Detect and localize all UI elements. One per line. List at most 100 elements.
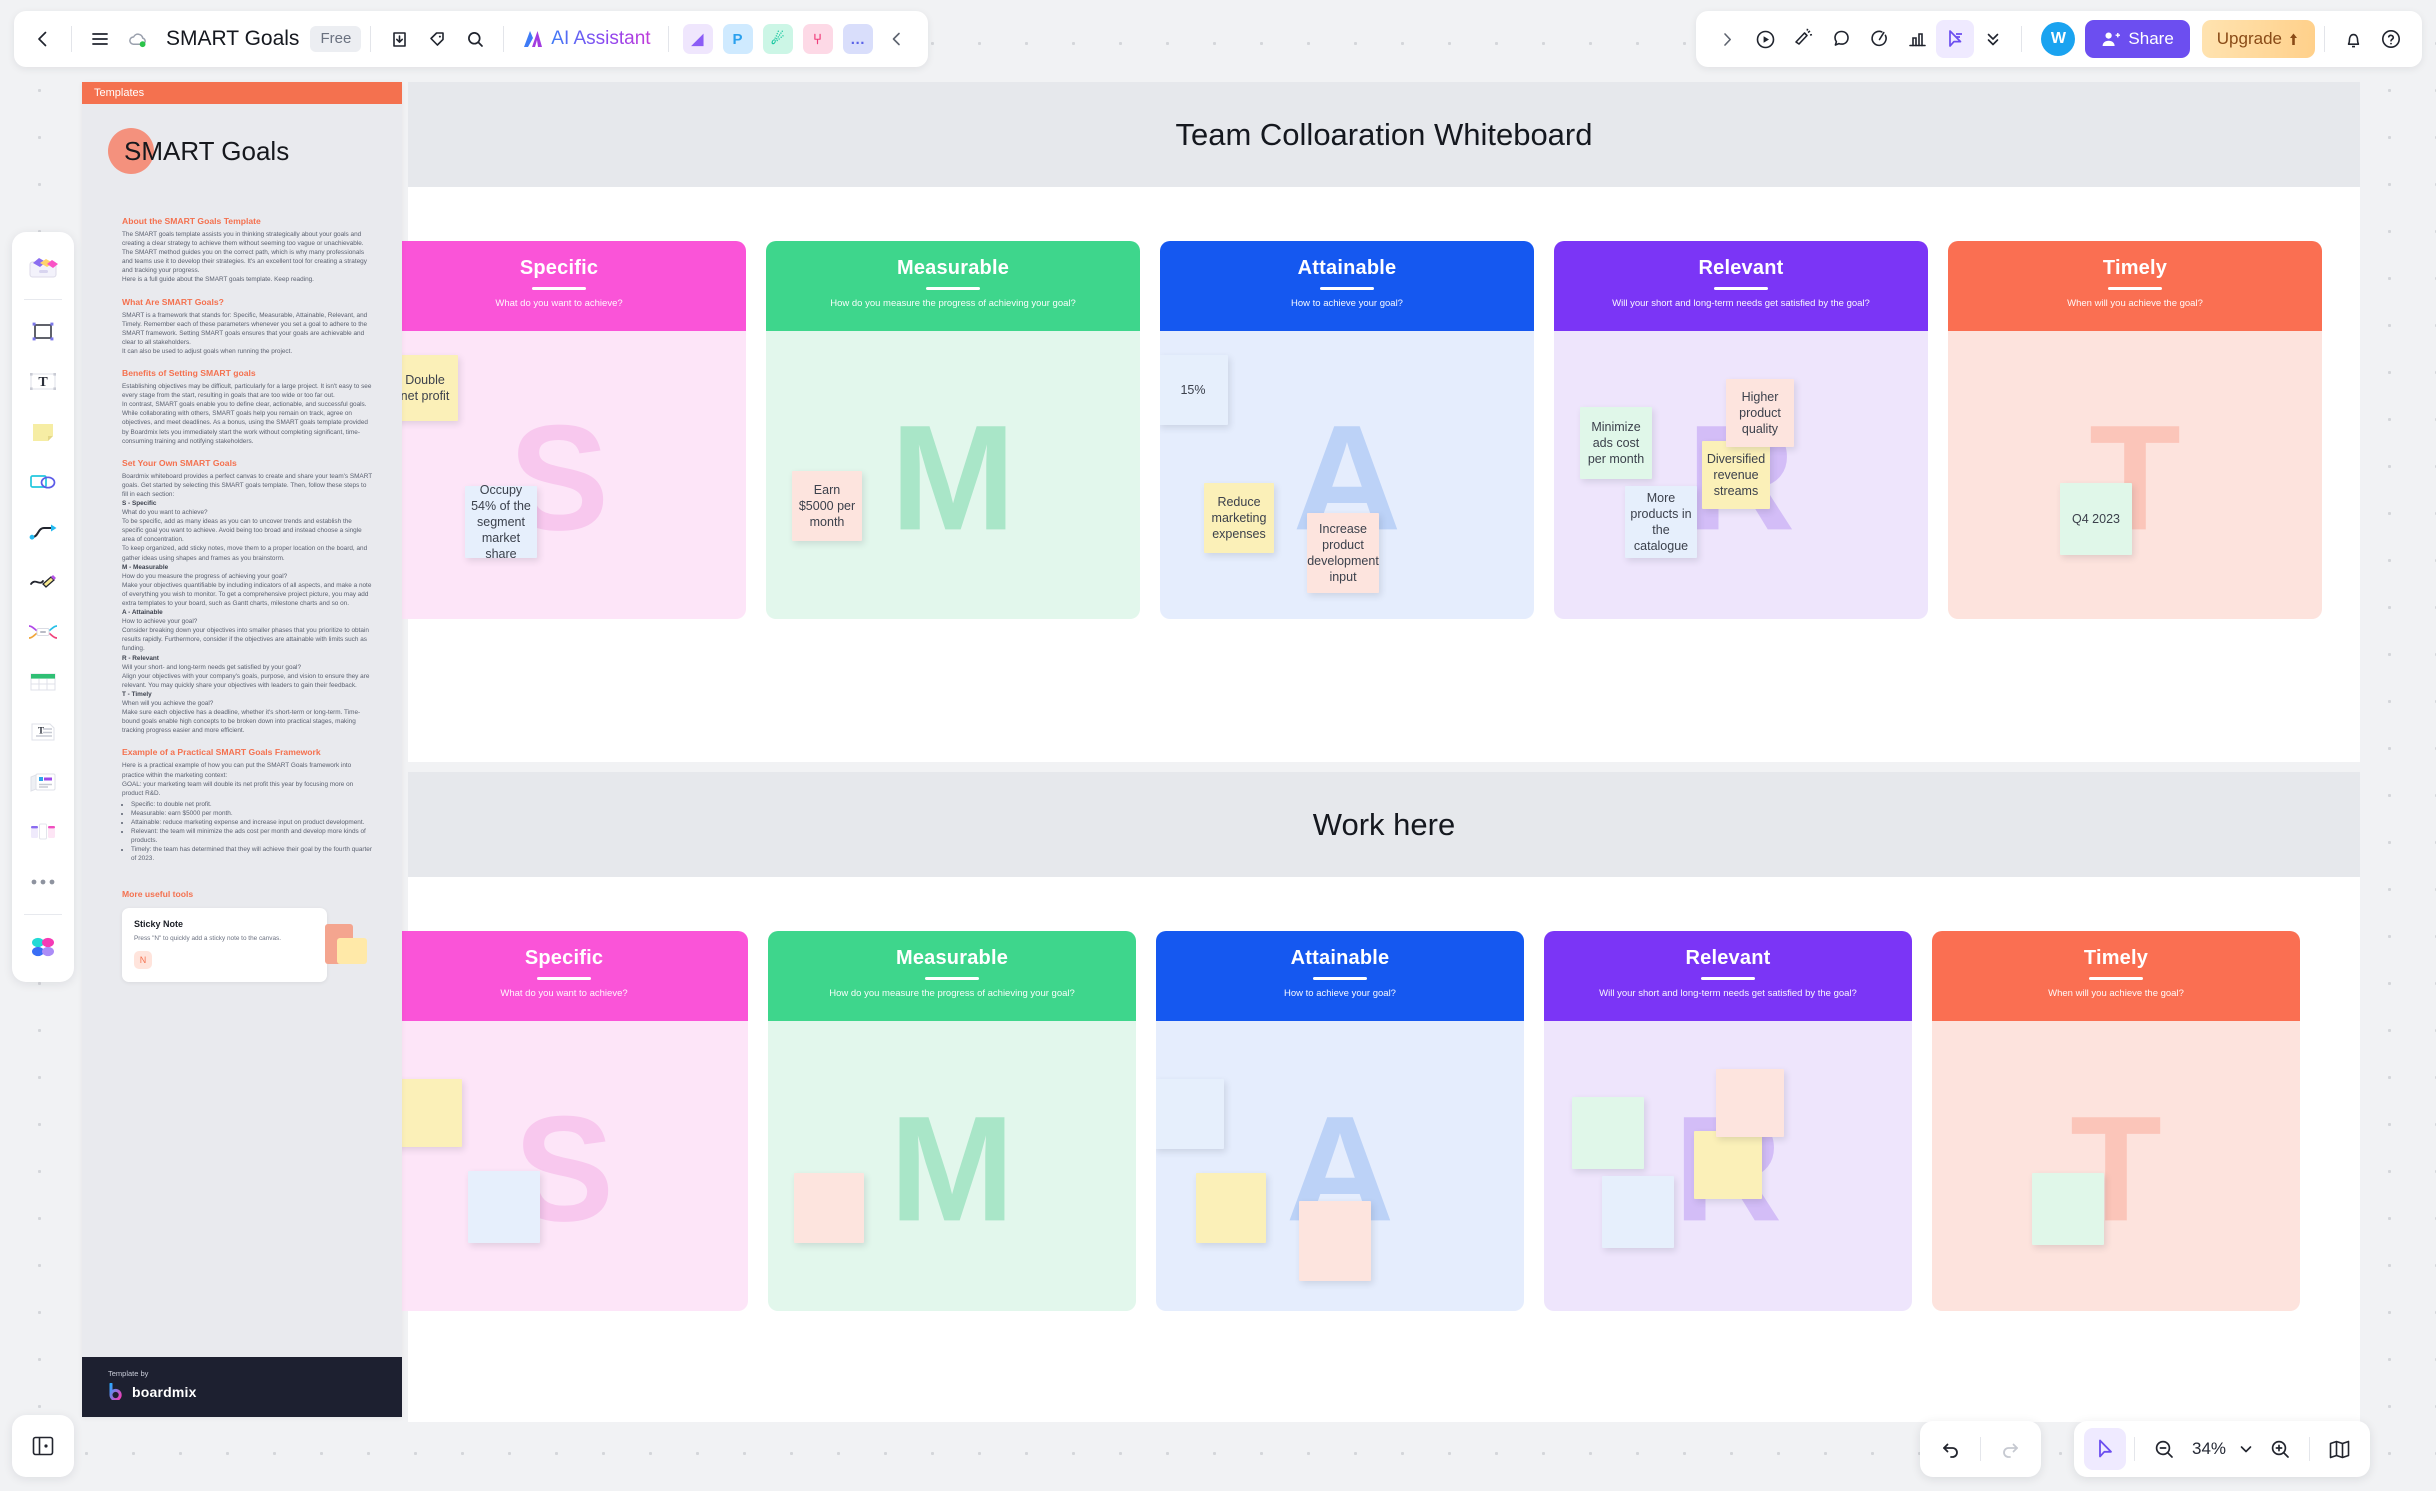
- timer-icon[interactable]: [1860, 20, 1898, 58]
- presentation-applet[interactable]: P: [722, 24, 753, 54]
- smart-column-relevant[interactable]: Relevant Will your short and long-term ne…: [1554, 241, 1928, 619]
- history-toolbar[interactable]: [1920, 1421, 2041, 1477]
- comment-applet[interactable]: …: [842, 24, 873, 54]
- color-tool[interactable]: [20, 925, 66, 969]
- more-tools-icon[interactable]: [1974, 20, 2012, 58]
- kanban-tool[interactable]: [20, 810, 66, 854]
- column-body[interactable]: R: [1544, 1021, 1912, 1311]
- sticky-note[interactable]: Earn $5000 per month: [792, 471, 862, 541]
- sticky-note[interactable]: Minimize ads cost per month: [1580, 407, 1652, 479]
- sticky-note[interactable]: [1196, 1173, 1266, 1243]
- avatar[interactable]: W: [2041, 22, 2076, 56]
- back-button[interactable]: [24, 20, 62, 58]
- sticky-note[interactable]: [1602, 1176, 1674, 1248]
- sticky-note[interactable]: 15%: [1160, 355, 1228, 425]
- mind-map-tool[interactable]: [20, 610, 66, 654]
- note-doc-tool[interactable]: T: [20, 710, 66, 754]
- export-icon[interactable]: [380, 20, 418, 58]
- sticky-note-tip-card[interactable]: Sticky Note Press "N" to quickly add a s…: [122, 908, 367, 982]
- column-body[interactable]: T: [1932, 1021, 2300, 1311]
- smart-column-relevant[interactable]: Relevant Will your short and long-term ne…: [1544, 931, 1912, 1311]
- smart-column-specific[interactable]: Specific What do you want to achieve? S Dou…: [372, 241, 746, 619]
- expand-right-tools-button[interactable]: [1708, 20, 1746, 58]
- smart-column-measurable[interactable]: Measurable How do you measure the progres…: [766, 241, 1140, 619]
- undo-button[interactable]: [1930, 1428, 1972, 1470]
- redo-button[interactable]: [1989, 1428, 2031, 1470]
- sticky-note[interactable]: [1156, 1079, 1224, 1149]
- minimap-button[interactable]: [2318, 1428, 2360, 1470]
- more-tools[interactable]: [20, 860, 66, 904]
- sticky-note[interactable]: [468, 1171, 540, 1243]
- share-button[interactable]: Share: [2085, 20, 2190, 58]
- sticky-note[interactable]: [1716, 1069, 1784, 1137]
- zoom-level[interactable]: 34%: [2185, 1439, 2233, 1459]
- card-tool[interactable]: [20, 760, 66, 804]
- frame-work-here[interactable]: Work here Specific What do you want to ac…: [380, 772, 2360, 1422]
- template-document-panel[interactable]: Templates SMART Goals About the SMART Go…: [82, 82, 402, 1417]
- left-tool-rail[interactable]: T T: [12, 232, 74, 982]
- collapse-applets-button[interactable]: [878, 20, 916, 58]
- sticky-note[interactable]: [1694, 1131, 1762, 1199]
- comment-icon[interactable]: [1822, 20, 1860, 58]
- zoom-in-button[interactable]: [2259, 1428, 2301, 1470]
- sticky-note[interactable]: Occupy 54% of the segment market share: [465, 483, 537, 561]
- column-body[interactable]: RMinimize ads cost per monthMore product…: [1554, 331, 1928, 619]
- announcement-icon[interactable]: [1784, 20, 1822, 58]
- column-body[interactable]: T Q4 2023: [1948, 331, 2322, 619]
- top-toolbar[interactable]: SMART Goals Free AI Assistant ◢ P ☄ ⑂ …: [14, 11, 928, 67]
- zoom-dropdown-button[interactable]: [2233, 1428, 2259, 1470]
- pen-tool[interactable]: [20, 560, 66, 604]
- smart-column-attainable[interactable]: Attainable How to achieve your goal? A: [1156, 931, 1524, 1311]
- help-icon[interactable]: [2372, 20, 2410, 58]
- plan-badge[interactable]: Free: [310, 26, 362, 52]
- sticky-note[interactable]: Higher product quality: [1726, 379, 1794, 447]
- document-title[interactable]: SMART Goals: [166, 27, 299, 51]
- frame-tool[interactable]: [20, 310, 66, 354]
- column-body[interactable]: M: [768, 1021, 1136, 1311]
- text-tool[interactable]: T: [20, 360, 66, 404]
- image-applet[interactable]: ◢: [682, 24, 713, 54]
- column-body[interactable]: A 15% Reduce marketing expenses Increase pr…: [1160, 331, 1534, 619]
- smart-column-specific[interactable]: Specific What do you want to achieve? S: [380, 931, 748, 1311]
- sticky-note[interactable]: More products in the catalogue: [1625, 486, 1697, 558]
- smart-column-attainable[interactable]: Attainable How to achieve your goal? A 15% R…: [1160, 241, 1534, 619]
- zoom-out-button[interactable]: [2143, 1428, 2185, 1470]
- cursor-tool-icon[interactable]: [1936, 20, 1975, 58]
- mindmap-applet[interactable]: ☄: [762, 24, 793, 54]
- smart-column-measurable[interactable]: Measurable How do you measure the progres…: [768, 931, 1136, 1311]
- smart-column-timely[interactable]: Timely When will you achieve the goal? T Q4…: [1948, 241, 2322, 619]
- menu-button[interactable]: [81, 20, 119, 58]
- templates-tool[interactable]: [20, 245, 66, 289]
- sticky-note[interactable]: [1299, 1201, 1371, 1281]
- sticky-note[interactable]: [2032, 1173, 2104, 1245]
- column-body[interactable]: M Earn $5000 per month: [766, 331, 1140, 619]
- ai-assistant-button[interactable]: AI Assistant: [513, 28, 658, 50]
- upgrade-button[interactable]: Upgrade: [2201, 20, 2315, 58]
- zoom-toolbar[interactable]: 34%: [2074, 1421, 2370, 1477]
- smart-column-timely[interactable]: Timely When will you achieve the goal? T: [1932, 931, 2300, 1311]
- shape-tool[interactable]: [20, 460, 66, 504]
- chart-icon[interactable]: [1898, 20, 1936, 58]
- sticky-note[interactable]: [1572, 1097, 1644, 1169]
- table-tool[interactable]: [20, 660, 66, 704]
- flowchart-applet[interactable]: ⑂: [802, 24, 833, 54]
- search-icon[interactable]: [456, 20, 494, 58]
- present-icon[interactable]: [1746, 20, 1784, 58]
- sticky-note[interactable]: Reduce marketing expenses: [1204, 483, 1274, 553]
- tag-icon[interactable]: [418, 20, 456, 58]
- sticky-note[interactable]: [794, 1173, 864, 1243]
- column-body[interactable]: A: [1156, 1021, 1524, 1311]
- sticky-note-tool[interactable]: [20, 410, 66, 454]
- pages-panel-button[interactable]: [12, 1415, 74, 1477]
- whiteboard-canvas[interactable]: Templates SMART Goals About the SMART Go…: [0, 0, 2436, 1491]
- sticky-note[interactable]: Q4 2023: [2060, 483, 2132, 555]
- sticky-note[interactable]: Increase product development input: [1307, 513, 1379, 593]
- frame-team-collaboration[interactable]: Team Colloaration Whiteboard Specific Wha…: [372, 82, 2360, 762]
- column-body[interactable]: S Double net profit Occupy 54% of the segm…: [372, 331, 746, 619]
- column-body[interactable]: S: [380, 1021, 748, 1311]
- select-tool-button[interactable]: [2084, 1428, 2126, 1470]
- right-toolbar[interactable]: W Share Upgrade: [1696, 11, 2422, 67]
- sticky-note[interactable]: [394, 1079, 462, 1147]
- notification-bell-icon[interactable]: [2334, 20, 2372, 58]
- sticky-note[interactable]: Diversified revenue streams: [1702, 441, 1770, 509]
